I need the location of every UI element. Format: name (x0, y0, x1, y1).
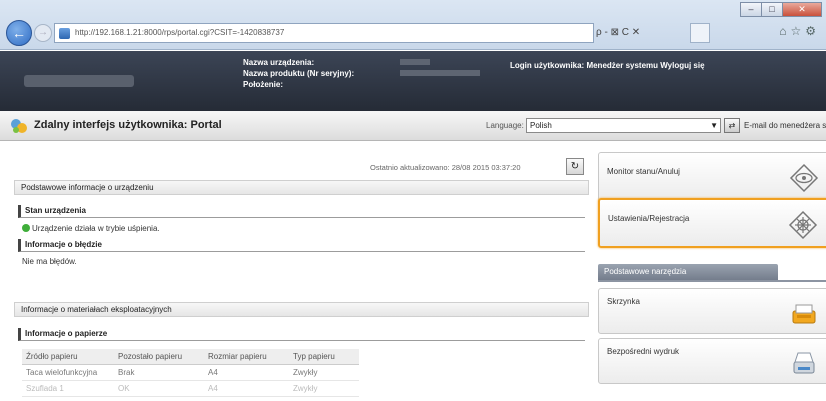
settings-registration-label: Ustawienia/Rejestracja (608, 214, 690, 223)
column-header: Rozmiar papieru (204, 349, 289, 365)
language-label: Language: (486, 121, 524, 130)
address-bar[interactable]: http://192.168.1.21:8000/rps/portal.cgi?… (54, 23, 594, 43)
product-name-label: Nazwa produktu (Nr seryjny): (243, 69, 355, 78)
table-cell: Zwykły (289, 380, 359, 397)
monitor-eye-icon (789, 163, 819, 193)
maximize-button[interactable]: □ (761, 2, 783, 17)
device-name-value (400, 59, 430, 65)
status-ok-icon (22, 224, 30, 232)
table-header-row: Źródło papieru Pozostało papieru Rozmiar… (22, 349, 359, 365)
product-name-value (400, 70, 480, 76)
mailbox-label: Skrzynka (607, 297, 640, 306)
chevron-down-icon: ▼ (710, 121, 718, 130)
status-monitor-button[interactable]: Monitor stanu/Anuluj (598, 152, 826, 202)
gear-icon[interactable]: ⚙ (805, 24, 820, 38)
minimize-button[interactable]: – (740, 2, 762, 17)
table-cell: A4 (204, 364, 289, 381)
basic-info-header: Podstawowe informacje o urządzeniu (14, 180, 589, 195)
paper-info-header: Informacje o papierze (18, 328, 585, 341)
forward-arrow-icon[interactable]: → (34, 24, 52, 42)
device-status-header: Stan urządzenia (18, 205, 585, 218)
portal-titlebar: Zdalny interfejs użytkownika: Portal Lan… (0, 111, 826, 141)
basic-tools-header: Podstawowe narzędzia (598, 264, 778, 280)
portal-icon (11, 119, 27, 133)
table-row: Szuflada 1 OK A4 Zwykły (22, 380, 359, 397)
device-status-text: Urządzenie działa w trybie uśpienia. (32, 224, 160, 233)
direct-print-icon (793, 352, 815, 374)
close-window-button[interactable]: ✕ (782, 2, 822, 17)
column-header: Źródło papieru (22, 349, 114, 365)
mailbox-tray-icon (792, 304, 816, 324)
table-cell: A4 (204, 380, 289, 397)
status-monitor-label: Monitor stanu/Anuluj (607, 167, 680, 176)
mailbox-button[interactable]: Skrzynka (598, 288, 826, 334)
home-icon[interactable]: ⌂ (779, 24, 790, 38)
language-value: Polish (530, 121, 552, 130)
settings-gear-icon (788, 210, 818, 240)
back-arrow-icon[interactable]: ← (6, 20, 32, 46)
table-cell: Szuflada 1 (22, 380, 114, 397)
device-status-line: Urządzenie działa w trybie uśpienia. (22, 224, 160, 233)
consumables-header: Informacje o materiałach eksploatacyjnyc… (14, 302, 589, 317)
divider (598, 280, 826, 282)
device-header: Nazwa urządzenia: Nazwa produktu (Nr ser… (0, 51, 826, 111)
settings-registration-button[interactable]: Ustawienia/Rejestracja (598, 198, 826, 248)
last-updated-text: Ostatnio aktualizowano: 28/08 2015 03:37… (370, 163, 521, 172)
location-label: Położenie: (243, 80, 284, 89)
column-header: Typ papieru (289, 349, 359, 365)
browser-tab[interactable] (690, 23, 710, 43)
table-cell: Taca wielofunkcyjna (22, 364, 114, 381)
email-admin-link[interactable]: E-mail do menedżera systemu (744, 121, 826, 130)
page-title: Zdalny interfejs użytkownika: Portal (34, 119, 222, 131)
device-name-label: Nazwa urządzenia: (243, 58, 315, 67)
logo (24, 75, 134, 87)
device-info-labels: Nazwa urządzenia: Nazwa produktu (Nr ser… (243, 57, 354, 90)
error-info-header: Informacje o błędzie (18, 239, 585, 252)
toolbar-icons: ⌂☆⚙ (779, 24, 820, 38)
paper-table: Źródło papieru Pozostało papieru Rozmiar… (22, 349, 359, 397)
language-select[interactable]: Polish ▼ (526, 118, 721, 133)
browser-chrome: – □ ✕ ← → http://192.168.1.21:8000/rps/p… (0, 0, 826, 50)
table-cell: Brak (114, 364, 204, 381)
direct-print-label: Bezpośredni wydruk (607, 347, 680, 356)
url-text: http://192.168.1.21:8000/rps/portal.cgi?… (75, 28, 285, 37)
table-cell: OK (114, 380, 204, 397)
table-row: Taca wielofunkcyjna Brak A4 Zwykły (22, 364, 359, 381)
star-icon[interactable]: ☆ (790, 24, 805, 38)
column-header: Pozostało papieru (114, 349, 204, 365)
window-controls: – □ ✕ (740, 2, 822, 17)
login-info[interactable]: Login użytkownika: Menedżer systemu Wylo… (510, 61, 826, 70)
favicon-icon (59, 28, 70, 39)
address-tools[interactable]: ρ - ⊠ C ✕ (596, 23, 686, 43)
error-info-text: Nie ma błędów. (22, 257, 77, 266)
refresh-icon: ↻ (570, 161, 580, 172)
direct-print-button[interactable]: Bezpośredni wydruk (598, 338, 826, 384)
refresh-button[interactable]: ↻ (566, 158, 584, 175)
language-apply-button[interactable]: ⇄ (724, 118, 740, 133)
table-cell: Zwykły (289, 364, 359, 381)
